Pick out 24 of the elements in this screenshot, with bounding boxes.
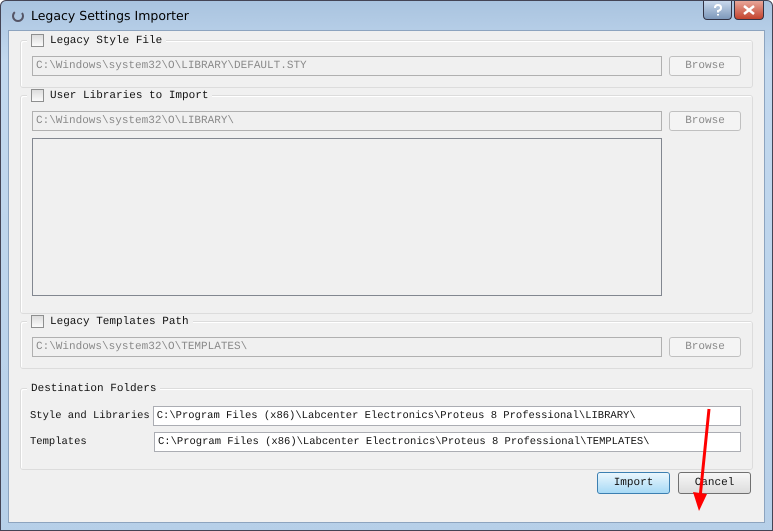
group-title: Destination Folders: [31, 382, 156, 394]
help-icon: [712, 4, 722, 16]
path-field[interactable]: C:\Windows\system32\O\LIBRARY\DEFAULT.STY: [32, 56, 662, 76]
checkbox-label: User Libraries to Import: [50, 90, 208, 102]
browse-button[interactable]: Browse: [669, 111, 741, 131]
help-button[interactable]: [703, 1, 732, 20]
path-field[interactable]: C:\Windows\system32\O\LIBRARY\: [32, 111, 662, 131]
browse-button[interactable]: Browse: [669, 56, 741, 76]
checkbox-label: Legacy Style File: [50, 34, 162, 46]
field-label: Templates: [30, 436, 88, 448]
checkbox[interactable]: [31, 89, 44, 102]
app-icon: [11, 8, 25, 22]
checkbox-label: Legacy Templates Path: [50, 316, 189, 328]
checkbox[interactable]: [31, 315, 44, 328]
window-title: Legacy Settings Importer: [31, 8, 190, 23]
dialog-button[interactable]: Import: [597, 472, 670, 494]
field-label: Style and Libraries: [30, 410, 150, 422]
close-button[interactable]: [734, 1, 764, 20]
folder-field[interactable]: C:\Program Files (x86)\Labcenter Electronics\Proteus 8 Professional\TEMPLATES\: [154, 432, 741, 452]
checkbox[interactable]: [31, 34, 44, 47]
browse-button[interactable]: Browse: [669, 337, 741, 357]
folder-field[interactable]: C:\Program Files (x86)\Labcenter Electronics\Proteus 8 Professional\LIBRARY\: [152, 406, 741, 426]
close-icon: [743, 5, 755, 15]
path-field[interactable]: C:\Windows\system32\O\TEMPLATES\: [32, 337, 662, 357]
